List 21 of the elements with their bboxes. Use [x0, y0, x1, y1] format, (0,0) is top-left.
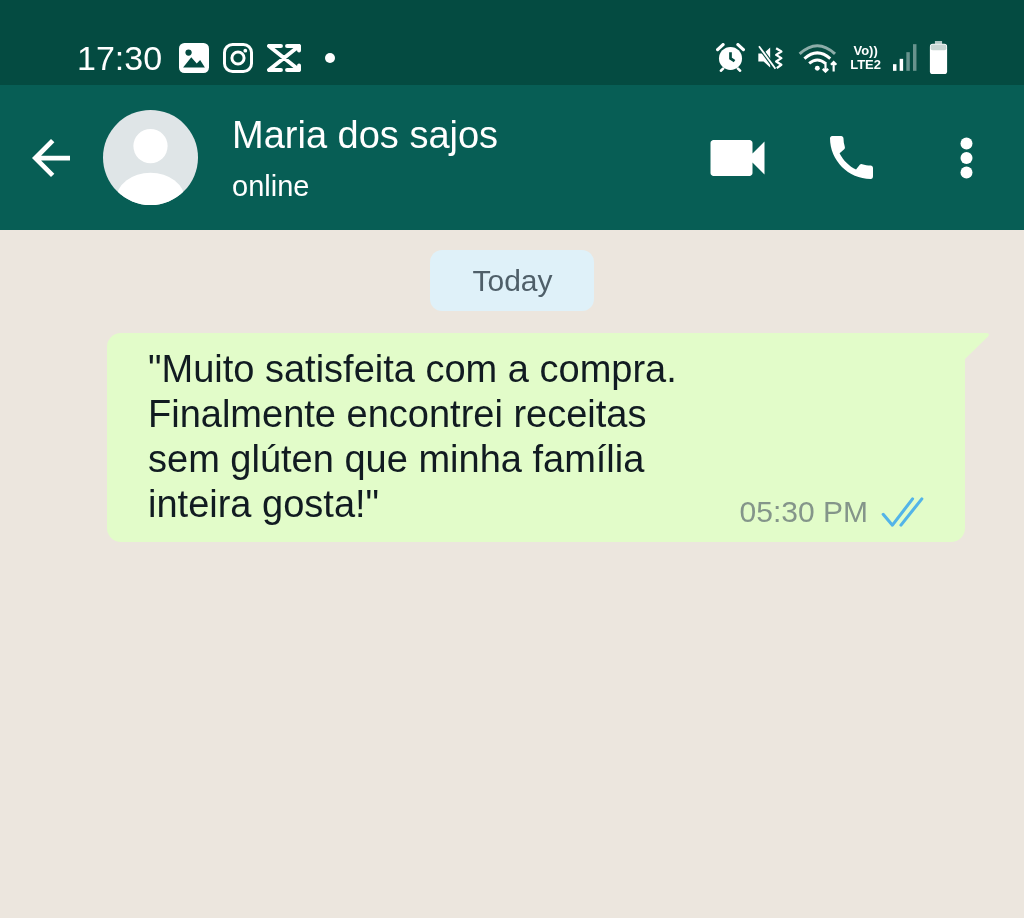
message-text: "Muito satisfeita com a compra. Finalmente encontrei receitas sem glúten que minha família inteira gosta!": [148, 347, 677, 527]
wifi-icon: [798, 42, 839, 73]
contact-status: online: [232, 168, 310, 203]
volte-label: Vo)): [853, 43, 878, 58]
message-time: 05:30 PM: [739, 497, 868, 527]
image-icon: [179, 42, 210, 73]
status-time: 17:30: [77, 38, 163, 77]
alarm-icon: [716, 43, 746, 72]
signal-icon: [893, 44, 917, 71]
avatar-icon[interactable]: [103, 110, 198, 205]
phone-icon[interactable]: [830, 136, 873, 179]
camera-icon: [223, 42, 254, 73]
notification-dot-icon: [325, 52, 336, 63]
menu-icon[interactable]: [960, 136, 973, 179]
crossed-bars-icon: [267, 43, 302, 72]
back-icon[interactable]: [32, 138, 70, 177]
network-type-label: LTE2: [850, 57, 881, 72]
date-chip: Today: [430, 250, 594, 311]
contact-name: Maria dos sajos: [232, 112, 499, 157]
battery-icon: [929, 41, 948, 74]
video-camera-icon[interactable]: [710, 139, 765, 176]
